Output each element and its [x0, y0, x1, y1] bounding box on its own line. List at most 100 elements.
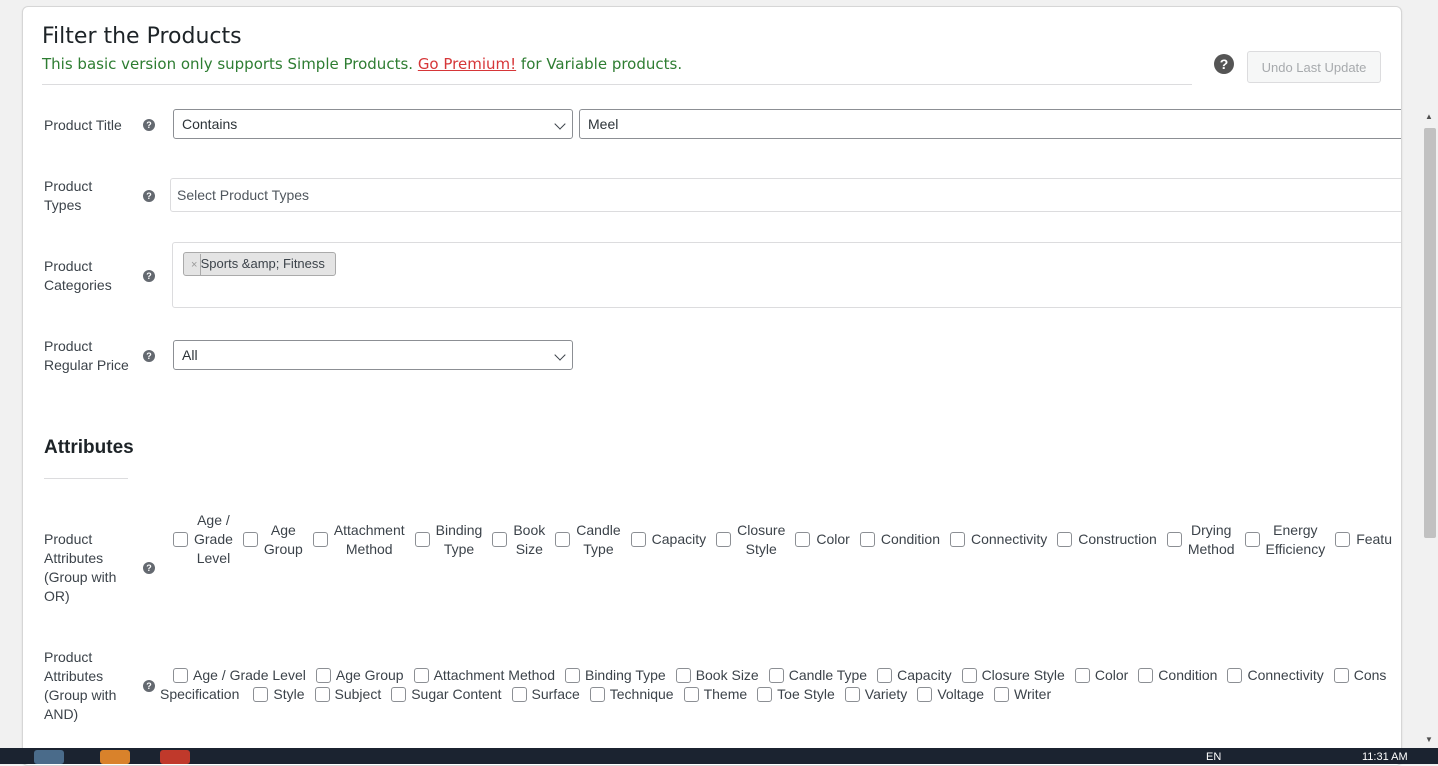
and-attribute-item[interactable]: Theme — [683, 686, 747, 702]
scrollbar-thumb[interactable] — [1424, 128, 1436, 538]
category-tag[interactable]: × Sports &amp; Fitness — [183, 252, 336, 276]
go-premium-link[interactable]: Go Premium! — [418, 55, 516, 73]
and-attribute-item[interactable]: Candle Type — [768, 667, 867, 683]
attribute-checkbox[interactable] — [1244, 532, 1260, 547]
and-attributes-help-icon[interactable]: ? — [143, 680, 155, 692]
attribute-checkbox[interactable] — [173, 667, 188, 683]
or-attribute-item[interactable]: Drying Method — [1166, 521, 1235, 559]
and-attribute-item[interactable]: Binding Type — [564, 667, 666, 683]
or-attribute-item[interactable]: Candle Type — [555, 521, 621, 559]
or-attribute-item[interactable]: Featu — [1335, 530, 1392, 549]
taskbar-language[interactable]: EN — [1206, 751, 1221, 763]
and-attribute-item[interactable]: Voltage — [917, 686, 984, 702]
attribute-checkbox[interactable] — [253, 686, 269, 702]
or-attribute-item[interactable]: Age / Grade Level — [173, 511, 233, 568]
or-attribute-item[interactable]: Color — [795, 530, 850, 549]
attribute-checkbox[interactable] — [917, 686, 933, 702]
attribute-checkbox[interactable] — [961, 667, 977, 683]
product-title-input[interactable]: Meel — [579, 109, 1401, 139]
and-attribute-item[interactable]: Sugar Content — [391, 686, 502, 702]
and-attribute-item[interactable]: Subject — [314, 686, 381, 702]
or-attribute-item[interactable]: Condition — [859, 530, 940, 549]
attribute-checkbox[interactable] — [716, 532, 732, 547]
attribute-checkbox[interactable] — [1227, 667, 1243, 683]
and-attribute-item[interactable]: Capacity — [877, 667, 952, 683]
or-attribute-item[interactable]: Energy Efficiency — [1244, 521, 1325, 559]
product-types-select[interactable]: Select Product Types — [170, 178, 1401, 212]
regular-price-select[interactable]: All — [173, 340, 573, 370]
undo-last-update-button[interactable]: Undo Last Update — [1247, 51, 1381, 83]
attribute-checkbox[interactable] — [492, 532, 508, 547]
attribute-checkbox[interactable] — [1333, 667, 1349, 683]
and-attribute-item[interactable]: Age Group — [315, 667, 404, 683]
and-attribute-item[interactable]: Writer — [994, 686, 1051, 702]
attribute-checkbox[interactable] — [1074, 667, 1090, 683]
attribute-checkbox[interactable] — [683, 686, 699, 702]
help-icon[interactable]: ? — [1214, 54, 1234, 74]
and-attribute-item[interactable]: Technique — [589, 686, 674, 702]
and-attribute-item[interactable]: Closure Style — [961, 667, 1065, 683]
and-attribute-item[interactable]: Condition — [1138, 667, 1217, 683]
attribute-checkbox[interactable] — [564, 667, 580, 683]
attribute-checkbox[interactable] — [312, 532, 328, 547]
firefox-icon[interactable] — [100, 750, 130, 764]
attribute-checkbox[interactable] — [173, 532, 188, 547]
or-attributes-help-icon[interactable]: ? — [143, 562, 155, 574]
attribute-checkbox[interactable] — [315, 667, 331, 683]
attribute-checkbox[interactable] — [1335, 532, 1351, 547]
and-attribute-item[interactable]: Book Size — [675, 667, 759, 683]
attribute-checkbox[interactable] — [877, 667, 893, 683]
attribute-checkbox[interactable] — [675, 667, 691, 683]
attribute-checkbox[interactable] — [757, 686, 773, 702]
product-categories-help-icon[interactable]: ? — [143, 270, 155, 282]
attribute-checkbox[interactable] — [1057, 532, 1073, 547]
attribute-checkbox[interactable] — [859, 532, 875, 547]
attribute-checkbox[interactable] — [242, 532, 258, 547]
attribute-checkbox[interactable] — [1138, 667, 1154, 683]
and-attribute-item[interactable]: Variety — [844, 686, 907, 702]
attribute-checkbox[interactable] — [844, 686, 860, 702]
and-attribute-item[interactable]: Attachment Method — [413, 667, 555, 683]
attribute-checkbox[interactable] — [413, 667, 429, 683]
regular-price-help-icon[interactable]: ? — [143, 350, 155, 362]
or-attribute-item[interactable]: Binding Type — [414, 521, 482, 559]
attribute-checkbox[interactable] — [414, 532, 430, 547]
attribute-checkbox[interactable] — [555, 532, 571, 547]
attribute-checkbox[interactable] — [795, 532, 811, 547]
or-attribute-item[interactable]: Age Group — [242, 521, 303, 559]
and-attribute-item[interactable]: Color — [1074, 667, 1128, 683]
scroll-up-arrow-icon[interactable]: ▲ — [1425, 112, 1433, 121]
product-title-operator-select[interactable]: Contains — [173, 109, 573, 139]
product-types-help-icon[interactable]: ? — [143, 190, 155, 202]
or-attribute-item[interactable]: Attachment Method — [312, 521, 405, 559]
scroll-down-arrow-icon[interactable]: ▼ — [1425, 735, 1433, 744]
and-attribute-item[interactable]: Cons — [1333, 667, 1386, 683]
or-attribute-item[interactable]: Capacity — [630, 530, 706, 549]
attribute-label: Age Group — [335, 667, 404, 683]
or-attribute-item[interactable]: Book Size — [492, 521, 545, 559]
attribute-checkbox[interactable] — [314, 686, 330, 702]
attribute-checkbox[interactable] — [994, 686, 1010, 702]
attribute-checkbox[interactable] — [768, 667, 784, 683]
product-categories-select[interactable]: × Sports &amp; Fitness — [172, 242, 1401, 308]
tag-remove-icon[interactable]: × — [191, 254, 201, 276]
and-attribute-item[interactable]: Toe Style — [757, 686, 835, 702]
product-title-help-icon[interactable]: ? — [143, 119, 155, 131]
or-attribute-item[interactable]: Construction — [1057, 530, 1157, 549]
attribute-checkbox[interactable] — [589, 686, 605, 702]
and-attribute-item[interactable]: Connectivity — [1227, 667, 1324, 683]
attribute-checkbox[interactable] — [949, 532, 965, 547]
and-attribute-item[interactable]: Age / Grade Level — [173, 667, 306, 683]
or-attribute-item[interactable]: Closure Style — [716, 521, 785, 559]
attribute-checkbox[interactable] — [630, 532, 646, 547]
and-attribute-item[interactable]: Style — [253, 686, 305, 702]
attribute-checkbox[interactable] — [511, 686, 527, 702]
and-attribute-item[interactable]: Surface — [511, 686, 580, 702]
attribute-checkbox[interactable] — [1166, 532, 1182, 547]
attribute-label: Drying Method — [1187, 521, 1235, 557]
file-explorer-icon[interactable] — [34, 750, 64, 764]
attribute-checkbox[interactable] — [391, 686, 407, 702]
or-attribute-item[interactable]: Connectivity — [949, 530, 1047, 549]
chrome-icon[interactable] — [160, 750, 190, 764]
taskbar-clock[interactable]: 11:31 AM — [1362, 751, 1408, 763]
